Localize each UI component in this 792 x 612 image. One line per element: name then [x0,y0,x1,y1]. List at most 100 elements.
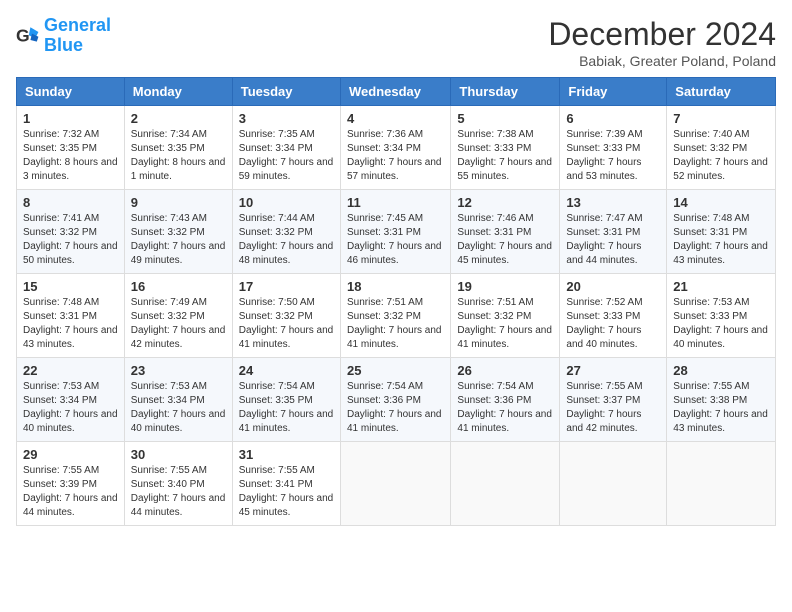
day-number: 17 [239,279,334,294]
day-number: 21 [673,279,769,294]
calendar-cell: 8 Sunrise: 7:41 AMSunset: 3:32 PMDaylight… [17,190,125,274]
calendar-cell: 1Sunrise: 7:32 AMSunset: 3:35 PMDaylight… [17,106,125,190]
calendar-cell: 17 Sunrise: 7:50 AMSunset: 3:32 PMDayligh… [232,274,340,358]
day-info: Sunrise: 7:54 AMSunset: 3:36 PMDaylight:… [457,380,553,436]
day-info: Sunrise: 7:35 AMSunset: 3:34 PMDaylight:… [239,128,334,184]
day-number: 8 [23,195,118,210]
logo-text: GeneralBlue [44,16,111,56]
day-number: 24 [239,363,334,378]
calendar-cell [451,442,560,526]
day-number: 13 [566,195,660,210]
calendar-cell: 18 Sunrise: 7:51 AMSunset: 3:32 PMDayligh… [340,274,450,358]
weekday-header-wednesday: Wednesday [340,78,450,106]
calendar-body: 1Sunrise: 7:32 AMSunset: 3:35 PMDaylight… [17,106,776,526]
day-info: Sunrise: 7:55 AMSunset: 3:38 PMDaylight:… [673,380,769,436]
calendar-cell: 10Sunrise: 7:44 AMSunset: 3:32 PMDayligh… [232,190,340,274]
svg-text:G: G [16,25,30,45]
day-number: 11 [347,195,444,210]
day-info: Sunrise: 7:51 AMSunset: 3:32 PMDaylight:… [347,296,444,352]
day-number: 28 [673,363,769,378]
calendar-cell: 27Sunrise: 7:55 AMSunset: 3:37 PMDayligh… [560,358,667,442]
day-info: Sunrise: 7:54 AMSunset: 3:36 PMDaylight:… [347,380,444,436]
day-info: Sunrise: 7:40 AMSunset: 3:32 PMDaylight:… [673,128,769,184]
day-info: Sunrise: 7:46 AMSunset: 3:31 PMDaylight:… [457,212,553,268]
day-info: Sunrise: 7:43 AMSunset: 3:32 PMDaylight:… [131,212,226,268]
day-info: Sunrise: 7:55 AMSunset: 3:39 PMDaylight:… [23,464,118,520]
calendar-cell: 14 Sunrise: 7:48 AMSunset: 3:31 PMDayligh… [667,190,776,274]
day-number: 5 [457,111,553,126]
day-number: 9 [131,195,226,210]
day-number: 14 [673,195,769,210]
calendar-cell: 20 Sunrise: 7:52 AMSunset: 3:33 PMDayligh… [560,274,667,358]
day-number: 2 [131,111,226,126]
day-number: 19 [457,279,553,294]
calendar-cell: 3 Sunrise: 7:35 AMSunset: 3:34 PMDaylight… [232,106,340,190]
calendar-cell: 4Sunrise: 7:36 AMSunset: 3:34 PMDaylight… [340,106,450,190]
location-title: Babiak, Greater Poland, Poland [548,53,776,69]
calendar-cell: 31Sunrise: 7:55 AMSunset: 3:41 PMDayligh… [232,442,340,526]
day-info: Sunrise: 7:50 AMSunset: 3:32 PMDaylight:… [239,296,334,352]
day-number: 3 [239,111,334,126]
day-number: 23 [131,363,226,378]
day-number: 31 [239,447,334,462]
calendar-cell: 25 Sunrise: 7:54 AMSunset: 3:36 PMDayligh… [340,358,450,442]
day-number: 22 [23,363,118,378]
calendar-cell: 12 Sunrise: 7:46 AMSunset: 3:31 PMDayligh… [451,190,560,274]
day-number: 12 [457,195,553,210]
calendar-week-3: 15Sunrise: 7:48 AMSunset: 3:31 PMDayligh… [17,274,776,358]
day-info: Sunrise: 7:38 AMSunset: 3:33 PMDaylight:… [457,128,553,184]
calendar-cell: 29 Sunrise: 7:55 AMSunset: 3:39 PMDayligh… [17,442,125,526]
calendar-cell: 6 Sunrise: 7:39 AMSunset: 3:33 PMDaylight… [560,106,667,190]
day-info: Sunrise: 7:52 AMSunset: 3:33 PMDaylight:… [566,296,660,352]
calendar-cell: 11Sunrise: 7:45 AMSunset: 3:31 PMDayligh… [340,190,450,274]
day-number: 25 [347,363,444,378]
day-number: 6 [566,111,660,126]
calendar-cell: 28 Sunrise: 7:55 AMSunset: 3:38 PMDayligh… [667,358,776,442]
day-number: 16 [131,279,226,294]
day-info: Sunrise: 7:55 AMSunset: 3:37 PMDaylight:… [566,380,660,436]
weekday-header-sunday: Sunday [17,78,125,106]
calendar-cell: 22 Sunrise: 7:53 AMSunset: 3:34 PMDayligh… [17,358,125,442]
day-number: 29 [23,447,118,462]
calendar-cell: 26Sunrise: 7:54 AMSunset: 3:36 PMDayligh… [451,358,560,442]
calendar-cell: 13Sunrise: 7:47 AMSunset: 3:31 PMDayligh… [560,190,667,274]
calendar-cell: 5 Sunrise: 7:38 AMSunset: 3:33 PMDaylight… [451,106,560,190]
day-info: Sunrise: 7:34 AMSunset: 3:35 PMDaylight:… [131,128,226,184]
day-info: Sunrise: 7:53 AMSunset: 3:33 PMDaylight:… [673,296,769,352]
calendar-week-2: 8 Sunrise: 7:41 AMSunset: 3:32 PMDaylight… [17,190,776,274]
calendar-header-row: SundayMondayTuesdayWednesdayThursdayFrid… [17,78,776,106]
day-info: Sunrise: 7:39 AMSunset: 3:33 PMDaylight:… [566,128,660,184]
day-info: Sunrise: 7:48 AMSunset: 3:31 PMDaylight:… [673,212,769,268]
logo-icon: G [16,24,40,48]
weekday-header-tuesday: Tuesday [232,78,340,106]
day-info: Sunrise: 7:49 AMSunset: 3:32 PMDaylight:… [131,296,226,352]
day-info: Sunrise: 7:55 AMSunset: 3:40 PMDaylight:… [131,464,226,520]
weekday-header-friday: Friday [560,78,667,106]
day-number: 20 [566,279,660,294]
day-info: Sunrise: 7:53 AMSunset: 3:34 PMDaylight:… [131,380,226,436]
calendar-cell: 7Sunrise: 7:40 AMSunset: 3:32 PMDaylight… [667,106,776,190]
logo: G GeneralBlue [16,16,111,56]
day-info: Sunrise: 7:41 AMSunset: 3:32 PMDaylight:… [23,212,118,268]
calendar-week-5: 29 Sunrise: 7:55 AMSunset: 3:39 PMDayligh… [17,442,776,526]
day-info: Sunrise: 7:32 AMSunset: 3:35 PMDaylight:… [23,128,118,184]
calendar-cell [560,442,667,526]
day-number: 15 [23,279,118,294]
calendar-week-4: 22 Sunrise: 7:53 AMSunset: 3:34 PMDayligh… [17,358,776,442]
day-info: Sunrise: 7:53 AMSunset: 3:34 PMDaylight:… [23,380,118,436]
day-number: 18 [347,279,444,294]
calendar-cell: 24Sunrise: 7:54 AMSunset: 3:35 PMDayligh… [232,358,340,442]
day-info: Sunrise: 7:36 AMSunset: 3:34 PMDaylight:… [347,128,444,184]
calendar-cell [667,442,776,526]
day-number: 30 [131,447,226,462]
weekday-header-saturday: Saturday [667,78,776,106]
calendar-cell: 19 Sunrise: 7:51 AMSunset: 3:32 PMDayligh… [451,274,560,358]
calendar-cell [340,442,450,526]
calendar-week-1: 1Sunrise: 7:32 AMSunset: 3:35 PMDaylight… [17,106,776,190]
calendar-table: SundayMondayTuesdayWednesdayThursdayFrid… [16,77,776,526]
calendar-cell: 21 Sunrise: 7:53 AMSunset: 3:33 PMDayligh… [667,274,776,358]
day-number: 10 [239,195,334,210]
calendar-cell: 23 Sunrise: 7:53 AMSunset: 3:34 PMDayligh… [124,358,232,442]
day-info: Sunrise: 7:51 AMSunset: 3:32 PMDaylight:… [457,296,553,352]
weekday-header-thursday: Thursday [451,78,560,106]
